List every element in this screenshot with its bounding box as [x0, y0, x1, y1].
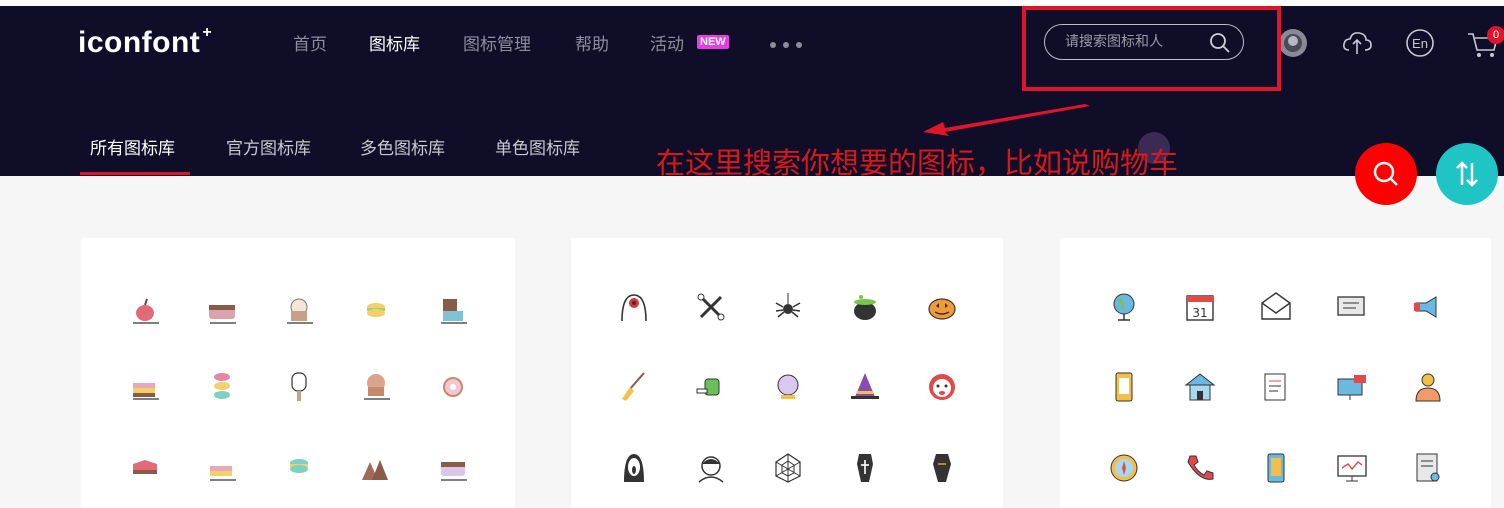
muffin-icon [364, 374, 390, 400]
spider-icon [775, 293, 801, 318]
calendar-icon: 31 [1186, 295, 1214, 321]
monitor-mail-icon [1337, 375, 1366, 400]
annotation-arrow [923, 104, 1090, 136]
sort-fab[interactable] [1436, 143, 1498, 205]
cupcake-icon [287, 298, 313, 324]
macaron-icon [367, 303, 385, 317]
search-icon [1373, 161, 1398, 186]
pumpkin-icon [928, 298, 956, 320]
logo[interactable]: iconfont + [78, 24, 213, 60]
phone-call-icon [1187, 455, 1214, 480]
stacked-macaron-icon [214, 373, 230, 399]
compass-icon [1110, 454, 1138, 482]
library-card-business[interactable]: 31 [1060, 238, 1491, 508]
home-icon [1184, 373, 1216, 401]
nav-icon-library[interactable]: 图标库 [369, 30, 420, 55]
nav-activity[interactable]: 活动 [650, 30, 684, 55]
highlight-box [1022, 6, 1281, 91]
document-icon [1416, 453, 1440, 482]
cake-piece-icon [133, 460, 157, 474]
svg-text:31: 31 [1192, 306, 1207, 320]
zombie-hand-icon [696, 378, 720, 396]
broom-icon [622, 372, 645, 401]
tab-multicolor-libraries[interactable]: 多色图标库 [360, 134, 445, 159]
pastry-icon [210, 466, 236, 481]
popsicle-icon [291, 372, 307, 401]
chat-card-icon [1337, 296, 1365, 316]
active-tab-underline [80, 172, 190, 175]
sort-arrows-icon [1456, 161, 1478, 187]
eyeball-ghost-icon [621, 294, 647, 322]
vampire-icon [698, 456, 724, 483]
scream-mask-icon [624, 454, 644, 482]
megaphone-icon [1414, 296, 1437, 318]
nav-home[interactable]: 首页 [293, 30, 327, 55]
svg-text:En: En [1412, 36, 1428, 51]
mobile-icon [1267, 453, 1285, 483]
tab-all-libraries[interactable]: 所有图标库 [90, 134, 175, 159]
upload-cloud-icon[interactable] [1340, 26, 1374, 60]
annotation-text: 在这里搜索你想要的图标，比如说购物车 [656, 146, 1179, 180]
clown-icon [929, 374, 955, 400]
frosted-cake-icon [441, 462, 467, 481]
user-icon [1415, 373, 1441, 402]
nav-help[interactable]: 帮助 [575, 30, 609, 55]
phone-app-icon [1115, 372, 1133, 402]
library-card-desserts[interactable] [81, 238, 515, 508]
mail-icon [1261, 292, 1291, 320]
tab-official-libraries[interactable]: 官方图标库 [226, 134, 311, 159]
cake-slice-icon [209, 305, 236, 324]
logo-plus: + [202, 24, 213, 41]
nav-icon-management[interactable]: 图标管理 [463, 30, 531, 55]
new-badge: NEW [697, 35, 729, 49]
spider-web-icon [775, 453, 801, 483]
tab-monochrome-libraries[interactable]: 单色图标库 [495, 134, 580, 159]
avatar-icon[interactable] [1276, 26, 1310, 60]
logo-text: iconfont [78, 26, 201, 59]
crossbones-icon [697, 293, 725, 321]
donut-icon [443, 377, 463, 397]
globe-icon [1113, 293, 1135, 321]
macaron-green-icon [290, 459, 308, 473]
coffin-cross-icon [857, 454, 873, 482]
checklist-icon [1264, 373, 1286, 401]
library-card-halloween[interactable] [571, 238, 1003, 508]
layer-cake-icon [133, 383, 159, 400]
chocolate-pieces-icon [362, 460, 388, 480]
coffin-icon [933, 454, 951, 482]
cauldron-icon [854, 295, 876, 320]
witch-hat-icon [851, 373, 879, 399]
chocolate-bar-icon [441, 299, 467, 324]
cart-count-badge: 0 [1487, 26, 1504, 44]
search-fab[interactable] [1355, 143, 1417, 205]
fruit-icon [133, 298, 159, 324]
language-en-icon[interactable]: En [1403, 26, 1437, 60]
crystal-ball-icon [777, 374, 799, 399]
computer-icon [1337, 455, 1367, 482]
